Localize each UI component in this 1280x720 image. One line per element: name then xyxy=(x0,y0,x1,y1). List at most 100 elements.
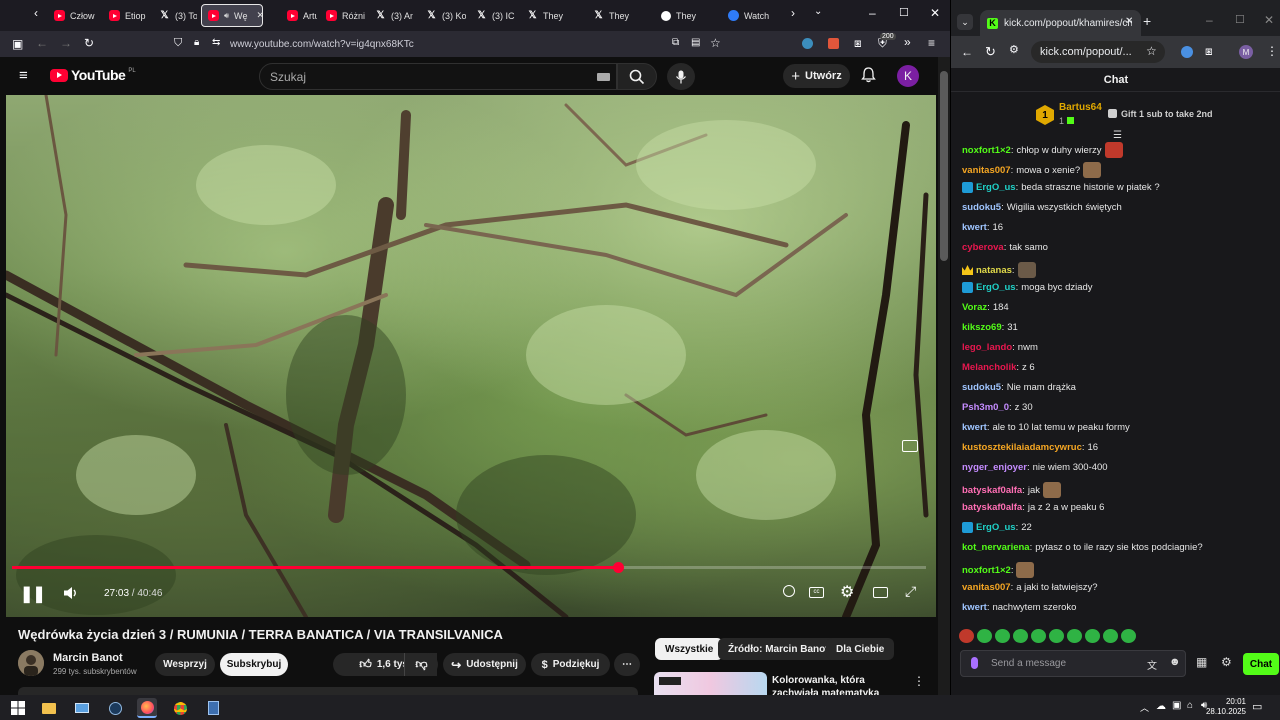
forward-icon[interactable]: → xyxy=(60,37,72,49)
translate-icon[interactable]: 文 xyxy=(1147,657,1157,672)
filter-chip[interactable]: Wszystkie xyxy=(655,638,724,660)
address-bar[interactable]: www.youtube.com/watch?v=ig4qnx68KTc xyxy=(230,34,790,54)
address-bar[interactable]: kick.com/popout/... xyxy=(1031,41,1165,63)
quick-emote-icon[interactable] xyxy=(1121,629,1136,643)
chat-username[interactable]: ErgO_us xyxy=(976,282,1016,293)
extensions-puzzle-icon[interactable]: ⧆ xyxy=(854,37,862,49)
browser-tab[interactable]: Artur xyxy=(281,4,317,27)
chat-username[interactable]: Psh3m0_0 xyxy=(962,402,1009,413)
chat-username[interactable]: cyberova xyxy=(962,242,1004,253)
reload-icon[interactable]: ↻ xyxy=(84,37,94,49)
channel-avatar[interactable] xyxy=(18,650,44,676)
back-icon[interactable]: ← xyxy=(36,37,48,49)
chat-username[interactable]: lego_lando xyxy=(962,342,1012,353)
filter-chip[interactable]: Dla Ciebie xyxy=(826,638,895,660)
firefox-icon[interactable] xyxy=(137,698,157,718)
chat-username[interactable]: nyger_enjoyer xyxy=(962,462,1027,473)
recommended-video-thumbnail[interactable] xyxy=(654,672,767,695)
keyboard-icon[interactable] xyxy=(597,73,610,81)
chat-emote-icon[interactable] xyxy=(1016,562,1035,578)
close-tab-icon[interactable]: ✕ xyxy=(1125,16,1133,27)
chat-username[interactable]: kot_nervariena xyxy=(962,542,1030,553)
video-player[interactable] xyxy=(6,95,936,617)
gift-box-icon[interactable]: ▦ xyxy=(1196,655,1207,669)
chat-username[interactable]: kwert xyxy=(962,222,987,233)
quick-emote-icon[interactable] xyxy=(1031,629,1046,643)
chat-username[interactable]: batyskaf0alfa xyxy=(962,502,1022,513)
new-tab-icon[interactable]: + xyxy=(1143,13,1151,29)
quick-emote-icon[interactable] xyxy=(1103,629,1118,643)
quick-emote-icon[interactable] xyxy=(995,629,1010,643)
support-button[interactable]: Wesprzyj xyxy=(155,653,215,676)
filter-chip[interactable]: Źródło: Marcin Banot xyxy=(718,638,839,660)
chrome-menu-icon[interactable]: ⋮ xyxy=(1266,45,1278,57)
close-window-icon[interactable]: ✕ xyxy=(1264,13,1274,27)
search-button[interactable] xyxy=(617,63,657,90)
maximize-icon[interactable]: ☐ xyxy=(1235,13,1245,26)
page-scrollbar[interactable] xyxy=(938,57,950,695)
chat-username[interactable]: sudoku5 xyxy=(962,382,1001,393)
chat-username[interactable]: vanitas007 xyxy=(962,165,1011,176)
minimize-icon[interactable]: – xyxy=(1206,13,1213,27)
chat-username[interactable]: natanas xyxy=(976,265,1012,276)
network-icon[interactable]: ⌂ xyxy=(1187,700,1193,711)
thanks-button[interactable]: $ Podziękuj xyxy=(531,653,610,676)
dislike-button[interactable]: 👎︎ xyxy=(404,653,438,676)
chat-username[interactable]: kwert xyxy=(962,602,987,613)
lock-icon[interactable]: 🔒︎ xyxy=(194,38,199,48)
tab-search-icon[interactable]: ⌄ xyxy=(957,14,973,30)
pinned-username[interactable]: Bartus64 xyxy=(1059,102,1102,113)
description-box[interactable] xyxy=(18,687,638,695)
settings-gear-icon[interactable]: ⚙ xyxy=(840,582,854,602)
chat-username[interactable]: batyskaf0alfa xyxy=(962,485,1022,496)
miniplayer-icon[interactable] xyxy=(902,440,918,452)
reload-icon[interactable]: ↻ xyxy=(985,45,996,58)
calculator-icon[interactable] xyxy=(203,698,223,718)
voice-search-button[interactable] xyxy=(667,63,695,90)
tab-scroll-right-icon[interactable]: › xyxy=(791,6,795,20)
list-all-tabs-icon[interactable]: ⌄ xyxy=(814,6,822,17)
send-chat-button[interactable]: Chat xyxy=(1243,653,1279,675)
tray-overflow-icon[interactable]: ︿ xyxy=(1140,701,1149,714)
reader-view-icon[interactable]: ▤ xyxy=(691,38,700,48)
channel-name[interactable]: Marcin Banot xyxy=(53,652,123,664)
chat-emote-icon[interactable] xyxy=(1104,142,1123,158)
emoji-icon[interactable]: ☻ xyxy=(1169,656,1181,668)
sidebar-icon[interactable]: ▣ xyxy=(12,38,23,50)
quick-emote-icon[interactable] xyxy=(1085,629,1100,643)
tray-app-icon[interactable]: ▣ xyxy=(1172,700,1181,711)
chat-message-list[interactable]: noxfort1×2: chłop w duhy wierzy vanitas007… xyxy=(951,138,1280,620)
chat-settings-icon[interactable]: ⚙ xyxy=(1221,655,1232,669)
browser-tab[interactable]: Etiop xyxy=(103,4,149,27)
chat-username[interactable]: noxfort1×2 xyxy=(962,565,1011,576)
video-progress-bar[interactable] xyxy=(12,562,926,573)
volume-icon[interactable] xyxy=(63,586,79,600)
chat-emote-icon[interactable] xyxy=(1017,262,1036,278)
chat-username[interactable]: ErgO_us xyxy=(976,522,1016,533)
recommended-video-title[interactable]: Kolorowanka, która zachwiała matematyką xyxy=(772,674,912,695)
quick-emote-icon[interactable] xyxy=(1013,629,1028,643)
guide-menu-icon[interactable]: ≡ xyxy=(19,68,28,83)
browser-tab[interactable]: 𝕏 They xyxy=(587,4,649,27)
profile-avatar[interactable]: M xyxy=(1239,45,1253,59)
onedrive-icon[interactable]: ☁ xyxy=(1156,701,1166,712)
autoplay-toggle[interactable] xyxy=(783,585,795,597)
create-button[interactable]: + Utwórz xyxy=(783,64,850,88)
browser-tab[interactable]: 𝕏 (3) Ko xyxy=(420,4,466,27)
file-explorer-icon[interactable] xyxy=(39,698,59,718)
pause-icon[interactable]: ❚❚ xyxy=(20,584,46,604)
browser-tab[interactable]: Różni xyxy=(320,4,365,27)
microphone-icon[interactable] xyxy=(971,657,978,669)
quick-emote-icon[interactable] xyxy=(1049,629,1064,643)
share-button[interactable]: ↪ Udostępnij xyxy=(443,653,526,676)
browser-tab[interactable]: 𝕏 They xyxy=(521,4,581,27)
hamburger-menu-icon[interactable]: ≡ xyxy=(928,37,935,49)
this-pc-icon[interactable] xyxy=(72,698,92,718)
browser-tab[interactable]: Człow xyxy=(48,4,96,27)
close-window-icon[interactable]: ✕ xyxy=(930,6,940,20)
subscribe-button[interactable]: Subskrybuj xyxy=(220,653,288,676)
chat-username[interactable]: sudoku5 xyxy=(962,202,1001,213)
account-avatar[interactable]: K xyxy=(897,65,919,87)
windows-start-icon[interactable] xyxy=(8,698,28,718)
fullscreen-icon[interactable]: ⤢ xyxy=(905,583,916,600)
